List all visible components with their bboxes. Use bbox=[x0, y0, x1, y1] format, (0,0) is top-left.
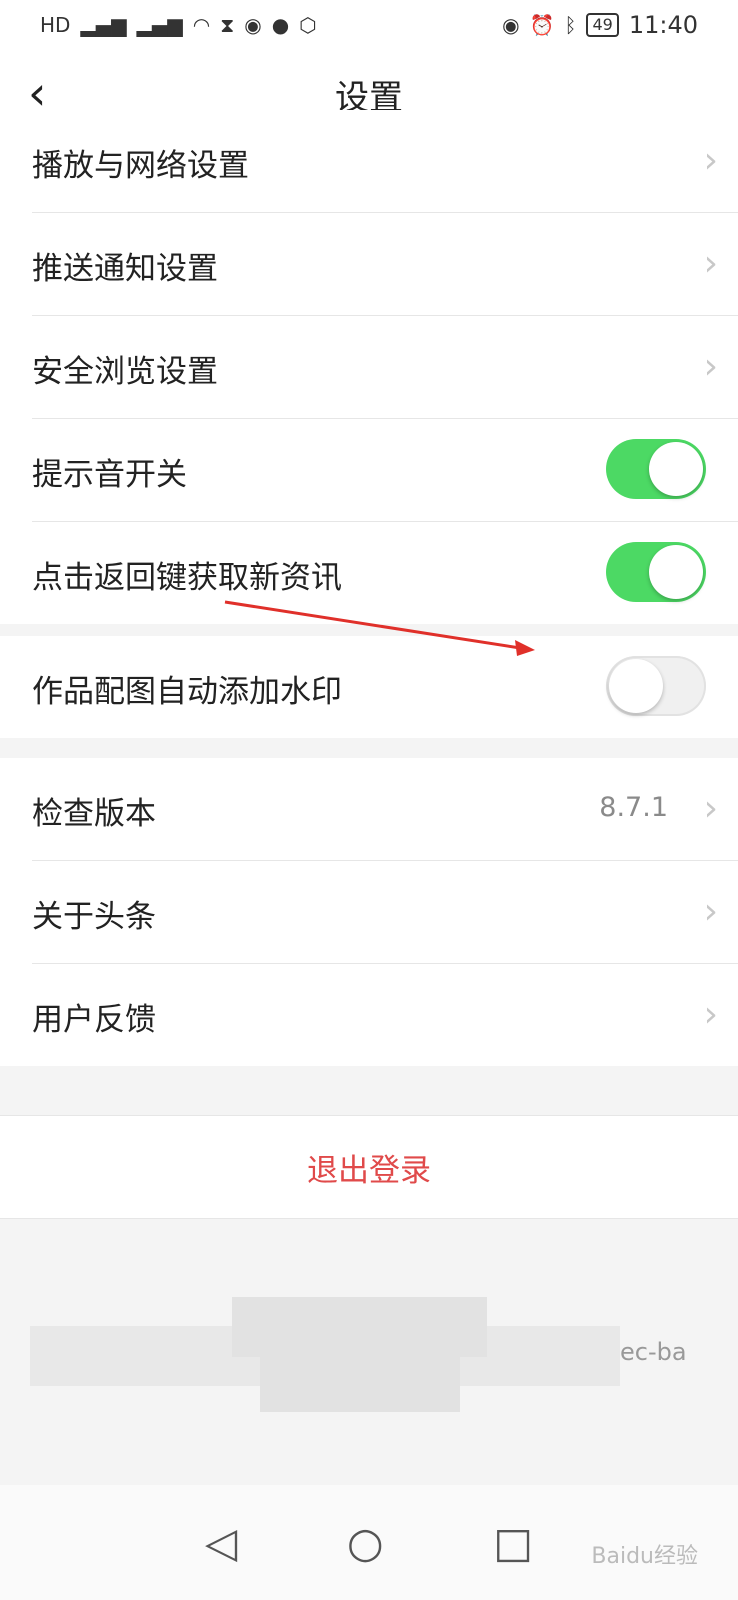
blurred-block bbox=[260, 1357, 460, 1412]
footer-fragment-text: ec-ba bbox=[620, 1338, 687, 1366]
system-home-icon[interactable]: ○ bbox=[347, 1518, 384, 1567]
system-back-icon[interactable]: ◁ bbox=[205, 1518, 237, 1567]
system-nav-bar: ◁ ○ □ Baidu经验 bbox=[0, 1485, 738, 1600]
system-recent-icon[interactable]: □ bbox=[493, 1518, 533, 1567]
baidu-watermark: Baidu经验 bbox=[591, 1544, 698, 1569]
